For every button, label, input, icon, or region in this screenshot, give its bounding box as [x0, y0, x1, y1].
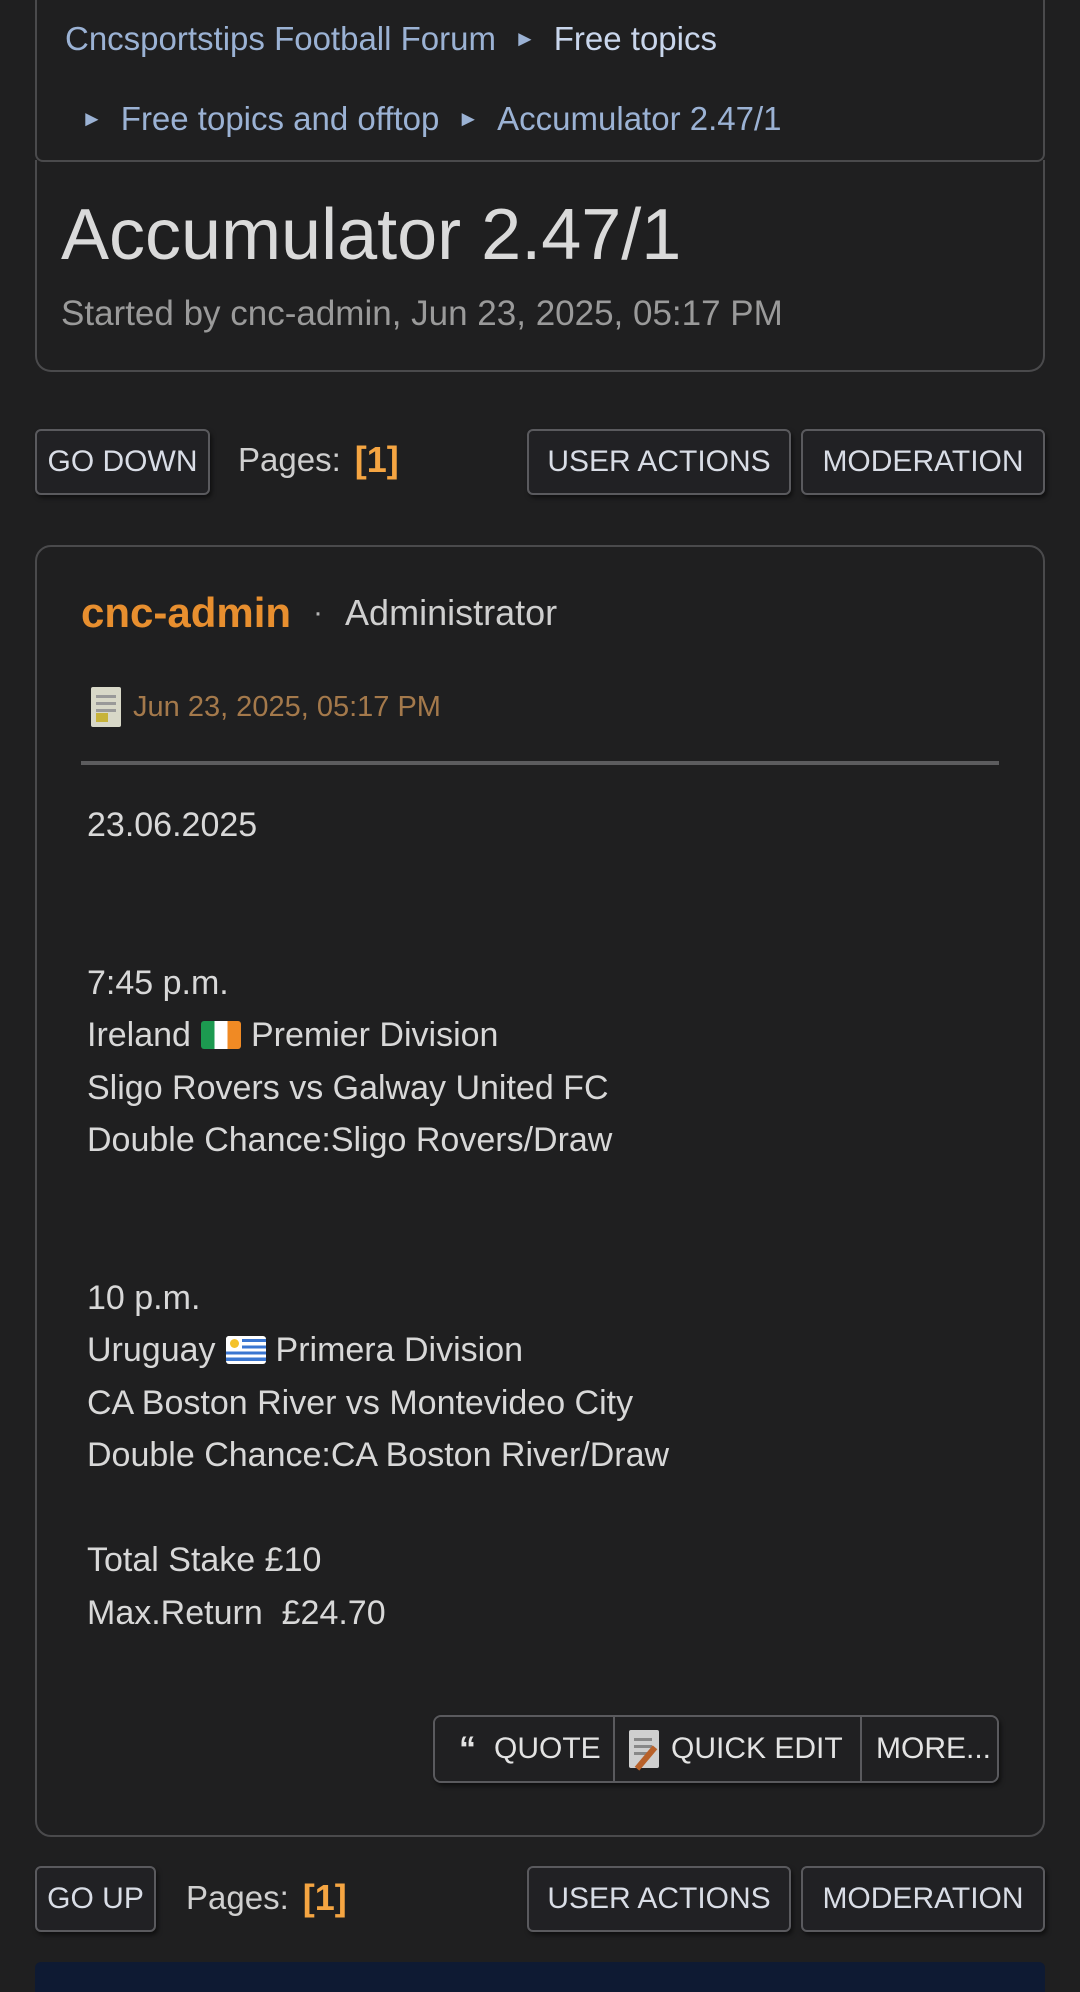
post-date-row: Jun 23, 2025, 05:17 PM: [91, 687, 441, 727]
breadcrumb-separator-icon: ►: [513, 26, 536, 51]
uruguay-flag-icon: [225, 1336, 266, 1365]
match-1-bet: Double Chance:Sligo Rovers/Draw: [87, 1121, 613, 1159]
page-number-current[interactable]: [1]: [355, 439, 399, 481]
post-date-text: 23.06.2025: [87, 806, 258, 844]
breadcrumb-topic-link[interactable]: Accumulator 2.47/1: [497, 100, 781, 138]
quote-button[interactable]: “ QUOTE: [435, 1717, 615, 1781]
breadcrumb-separator-icon: ►: [81, 106, 103, 131]
topic-started-by: Started by cnc-admin, Jun 23, 2025, 05:1…: [61, 294, 783, 333]
match-1-league: Ireland Premier Division: [87, 1009, 669, 1062]
post-date-link[interactable]: Jun 23, 2025, 05:17 PM: [133, 691, 441, 724]
match-1-fixture: Sligo Rovers vs Galway United FC: [87, 1068, 609, 1107]
breadcrumb: Cncsportstips Football Forum ► Free topi…: [35, 0, 1045, 162]
footer-strip: [35, 1962, 1045, 1992]
total-stake: Total Stake £10: [87, 1541, 322, 1579]
topic-header: Accumulator 2.47/1 Started by cnc-admin,…: [35, 160, 1045, 372]
breadcrumb-subboard-link[interactable]: Free topics and offtop: [121, 100, 440, 138]
match-1-country: Ireland: [87, 1016, 191, 1054]
document-icon: [91, 687, 121, 727]
breadcrumb-row-1: Cncsportstips Football Forum ► Free topi…: [65, 20, 717, 58]
quick-edit-label: QUICK EDIT: [671, 1732, 843, 1765]
quick-edit-button[interactable]: QUICK EDIT: [615, 1717, 862, 1781]
page-title: Accumulator 2.47/1: [61, 195, 682, 275]
pagination-top: Pages: [1]: [238, 438, 399, 482]
post-author-row: cnc-admin · Administrator: [81, 589, 557, 637]
match-2-fixture: CA Boston River vs Montevideo City: [87, 1383, 634, 1422]
match-2-bet: Double Chance:CA Boston River/Draw: [87, 1436, 670, 1474]
match-1-league-name: Premier Division: [250, 1016, 499, 1054]
user-actions-button[interactable]: USER ACTIONS: [527, 429, 791, 495]
author-role: Administrator: [345, 592, 558, 633]
breadcrumb-forum-link[interactable]: Cncsportstips Football Forum: [65, 20, 496, 58]
author-separator: ·: [313, 596, 324, 629]
quote-icon: “: [459, 1729, 476, 1768]
go-up-button[interactable]: GO UP: [35, 1866, 156, 1932]
post: cnc-admin · Administrator Jun 23, 2025, …: [35, 545, 1045, 1837]
match-1-time: 7:45 p.m.: [87, 963, 229, 1002]
breadcrumb-board-link[interactable]: Free topics: [554, 20, 717, 58]
more-label: MORE...: [876, 1732, 992, 1765]
user-actions-button[interactable]: USER ACTIONS: [527, 1866, 791, 1932]
post-divider: [81, 761, 999, 765]
match-2-time: 10 p.m.: [87, 1278, 201, 1317]
moderation-button[interactable]: MODERATION: [801, 1866, 1045, 1932]
pages-label: Pages:: [238, 441, 341, 478]
go-down-button[interactable]: GO DOWN: [35, 429, 210, 495]
ireland-flag-icon: [200, 1021, 241, 1050]
post-body: 23.06.2025 7:45 p.m. Ireland Premier Div…: [87, 799, 669, 1639]
max-return: Max.Return £24.70: [87, 1593, 386, 1632]
edit-notepad-icon: [629, 1730, 659, 1768]
breadcrumb-separator-icon: ►: [457, 106, 480, 131]
moderation-button[interactable]: MODERATION: [801, 429, 1045, 495]
more-button[interactable]: MORE...: [862, 1717, 997, 1781]
match-2-country: Uruguay: [87, 1331, 216, 1369]
pages-label: Pages:: [186, 1879, 289, 1916]
quote-label: QUOTE: [494, 1732, 601, 1765]
pagination-bottom: Pages: [1]: [186, 1876, 347, 1920]
page-number-current[interactable]: [1]: [303, 1877, 347, 1919]
match-2-league: Uruguay Primera Division: [87, 1324, 669, 1377]
breadcrumb-row-2: ► Free topics and offtop ► Accumulator 2…: [81, 100, 781, 138]
post-actions: “ QUOTE QUICK EDIT MORE...: [433, 1715, 999, 1783]
post-author-link[interactable]: cnc-admin: [81, 589, 291, 637]
match-2-league-name: Primera Division: [275, 1331, 524, 1369]
